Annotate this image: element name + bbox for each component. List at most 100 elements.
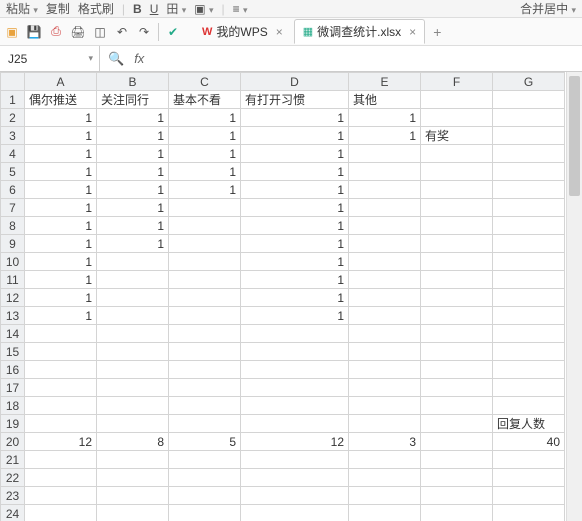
cell-D7[interactable]: 1 bbox=[241, 199, 349, 217]
cell-F10[interactable] bbox=[421, 253, 493, 271]
row-header-21[interactable]: 21 bbox=[1, 451, 25, 469]
cell-B15[interactable] bbox=[97, 343, 169, 361]
cell-E5[interactable] bbox=[349, 163, 421, 181]
chevron-down-icon[interactable]: ▾ bbox=[88, 53, 93, 64]
cell-A8[interactable]: 1 bbox=[25, 217, 97, 235]
cell-F5[interactable] bbox=[421, 163, 493, 181]
print-preview-icon[interactable]: ◫ bbox=[92, 24, 108, 40]
tab-my-wps[interactable]: W 我的WPS × bbox=[193, 19, 292, 44]
cell-A22[interactable] bbox=[25, 469, 97, 487]
cell-E12[interactable] bbox=[349, 289, 421, 307]
cell-F9[interactable] bbox=[421, 235, 493, 253]
row-header-18[interactable]: 18 bbox=[1, 397, 25, 415]
align-button[interactable]: ≡ ▾ bbox=[233, 2, 248, 16]
print-icon[interactable]: 🖨 bbox=[70, 24, 86, 40]
cell-A11[interactable]: 1 bbox=[25, 271, 97, 289]
row-header-2[interactable]: 2 bbox=[1, 109, 25, 127]
cell-D17[interactable] bbox=[241, 379, 349, 397]
cell-F4[interactable] bbox=[421, 145, 493, 163]
cell-B22[interactable] bbox=[97, 469, 169, 487]
cell-B4[interactable]: 1 bbox=[97, 145, 169, 163]
pdf-icon[interactable]: ⎙ bbox=[48, 24, 64, 40]
new-tab-button[interactable]: + bbox=[427, 22, 447, 42]
cell-E14[interactable] bbox=[349, 325, 421, 343]
cell-A14[interactable] bbox=[25, 325, 97, 343]
cell-G16[interactable] bbox=[493, 361, 565, 379]
cell-E1[interactable]: 其他 bbox=[349, 91, 421, 109]
row-header-14[interactable]: 14 bbox=[1, 325, 25, 343]
cell-F11[interactable] bbox=[421, 271, 493, 289]
check-icon[interactable]: ✔ bbox=[165, 24, 181, 40]
cell-C5[interactable]: 1 bbox=[169, 163, 241, 181]
cell-A6[interactable]: 1 bbox=[25, 181, 97, 199]
cell-G18[interactable] bbox=[493, 397, 565, 415]
cell-E11[interactable] bbox=[349, 271, 421, 289]
cell-B18[interactable] bbox=[97, 397, 169, 415]
vertical-scrollbar[interactable] bbox=[566, 72, 582, 521]
row-header-24[interactable]: 24 bbox=[1, 505, 25, 521]
cell-B3[interactable]: 1 bbox=[97, 127, 169, 145]
cell-D9[interactable]: 1 bbox=[241, 235, 349, 253]
cell-C24[interactable] bbox=[169, 505, 241, 521]
cell-F24[interactable] bbox=[421, 505, 493, 521]
cell-A3[interactable]: 1 bbox=[25, 127, 97, 145]
row-header-4[interactable]: 4 bbox=[1, 145, 25, 163]
name-box[interactable]: J25 ▾ bbox=[0, 46, 100, 71]
search-icon[interactable]: 🔍 bbox=[108, 51, 124, 67]
cell-A2[interactable]: 1 bbox=[25, 109, 97, 127]
cell-B20[interactable]: 8 bbox=[97, 433, 169, 451]
cell-F17[interactable] bbox=[421, 379, 493, 397]
cell-A7[interactable]: 1 bbox=[25, 199, 97, 217]
cell-D13[interactable]: 1 bbox=[241, 307, 349, 325]
cell-G8[interactable] bbox=[493, 217, 565, 235]
cell-D19[interactable] bbox=[241, 415, 349, 433]
cell-A9[interactable]: 1 bbox=[25, 235, 97, 253]
cell-F12[interactable] bbox=[421, 289, 493, 307]
merge-center-button[interactable]: 合并居中 ▾ bbox=[520, 0, 576, 17]
cell-D11[interactable]: 1 bbox=[241, 271, 349, 289]
col-header-B[interactable]: B bbox=[97, 73, 169, 91]
formula-input[interactable] bbox=[152, 46, 582, 71]
cell-G6[interactable] bbox=[493, 181, 565, 199]
cell-E7[interactable] bbox=[349, 199, 421, 217]
cell-F16[interactable] bbox=[421, 361, 493, 379]
cell-G15[interactable] bbox=[493, 343, 565, 361]
cell-C8[interactable] bbox=[169, 217, 241, 235]
cell-C16[interactable] bbox=[169, 361, 241, 379]
cell-B5[interactable]: 1 bbox=[97, 163, 169, 181]
scrollbar-thumb[interactable] bbox=[569, 76, 580, 196]
cell-C4[interactable]: 1 bbox=[169, 145, 241, 163]
select-all-corner[interactable] bbox=[1, 73, 25, 91]
cell-A23[interactable] bbox=[25, 487, 97, 505]
cell-G1[interactable] bbox=[493, 91, 565, 109]
cell-E6[interactable] bbox=[349, 181, 421, 199]
cell-G21[interactable] bbox=[493, 451, 565, 469]
cell-C21[interactable] bbox=[169, 451, 241, 469]
cell-F18[interactable] bbox=[421, 397, 493, 415]
cell-E20[interactable]: 3 bbox=[349, 433, 421, 451]
border-button[interactable]: 田 ▾ bbox=[166, 0, 186, 17]
cell-C10[interactable] bbox=[169, 253, 241, 271]
cell-B23[interactable] bbox=[97, 487, 169, 505]
cell-G20[interactable]: 40 bbox=[493, 433, 565, 451]
cell-A19[interactable] bbox=[25, 415, 97, 433]
redo-icon[interactable]: ↷ bbox=[136, 24, 152, 40]
cell-G19[interactable]: 回复人数 bbox=[493, 415, 565, 433]
cell-B21[interactable] bbox=[97, 451, 169, 469]
cell-D2[interactable]: 1 bbox=[241, 109, 349, 127]
cell-B10[interactable] bbox=[97, 253, 169, 271]
cell-B9[interactable]: 1 bbox=[97, 235, 169, 253]
cell-A4[interactable]: 1 bbox=[25, 145, 97, 163]
col-header-G[interactable]: G bbox=[493, 73, 565, 91]
cell-G4[interactable] bbox=[493, 145, 565, 163]
cell-E8[interactable] bbox=[349, 217, 421, 235]
fx-icon[interactable]: fx bbox=[134, 51, 144, 66]
cell-F15[interactable] bbox=[421, 343, 493, 361]
cell-D12[interactable]: 1 bbox=[241, 289, 349, 307]
cell-C2[interactable]: 1 bbox=[169, 109, 241, 127]
cell-G23[interactable] bbox=[493, 487, 565, 505]
cell-G24[interactable] bbox=[493, 505, 565, 521]
cell-D21[interactable] bbox=[241, 451, 349, 469]
cell-C18[interactable] bbox=[169, 397, 241, 415]
row-header-16[interactable]: 16 bbox=[1, 361, 25, 379]
